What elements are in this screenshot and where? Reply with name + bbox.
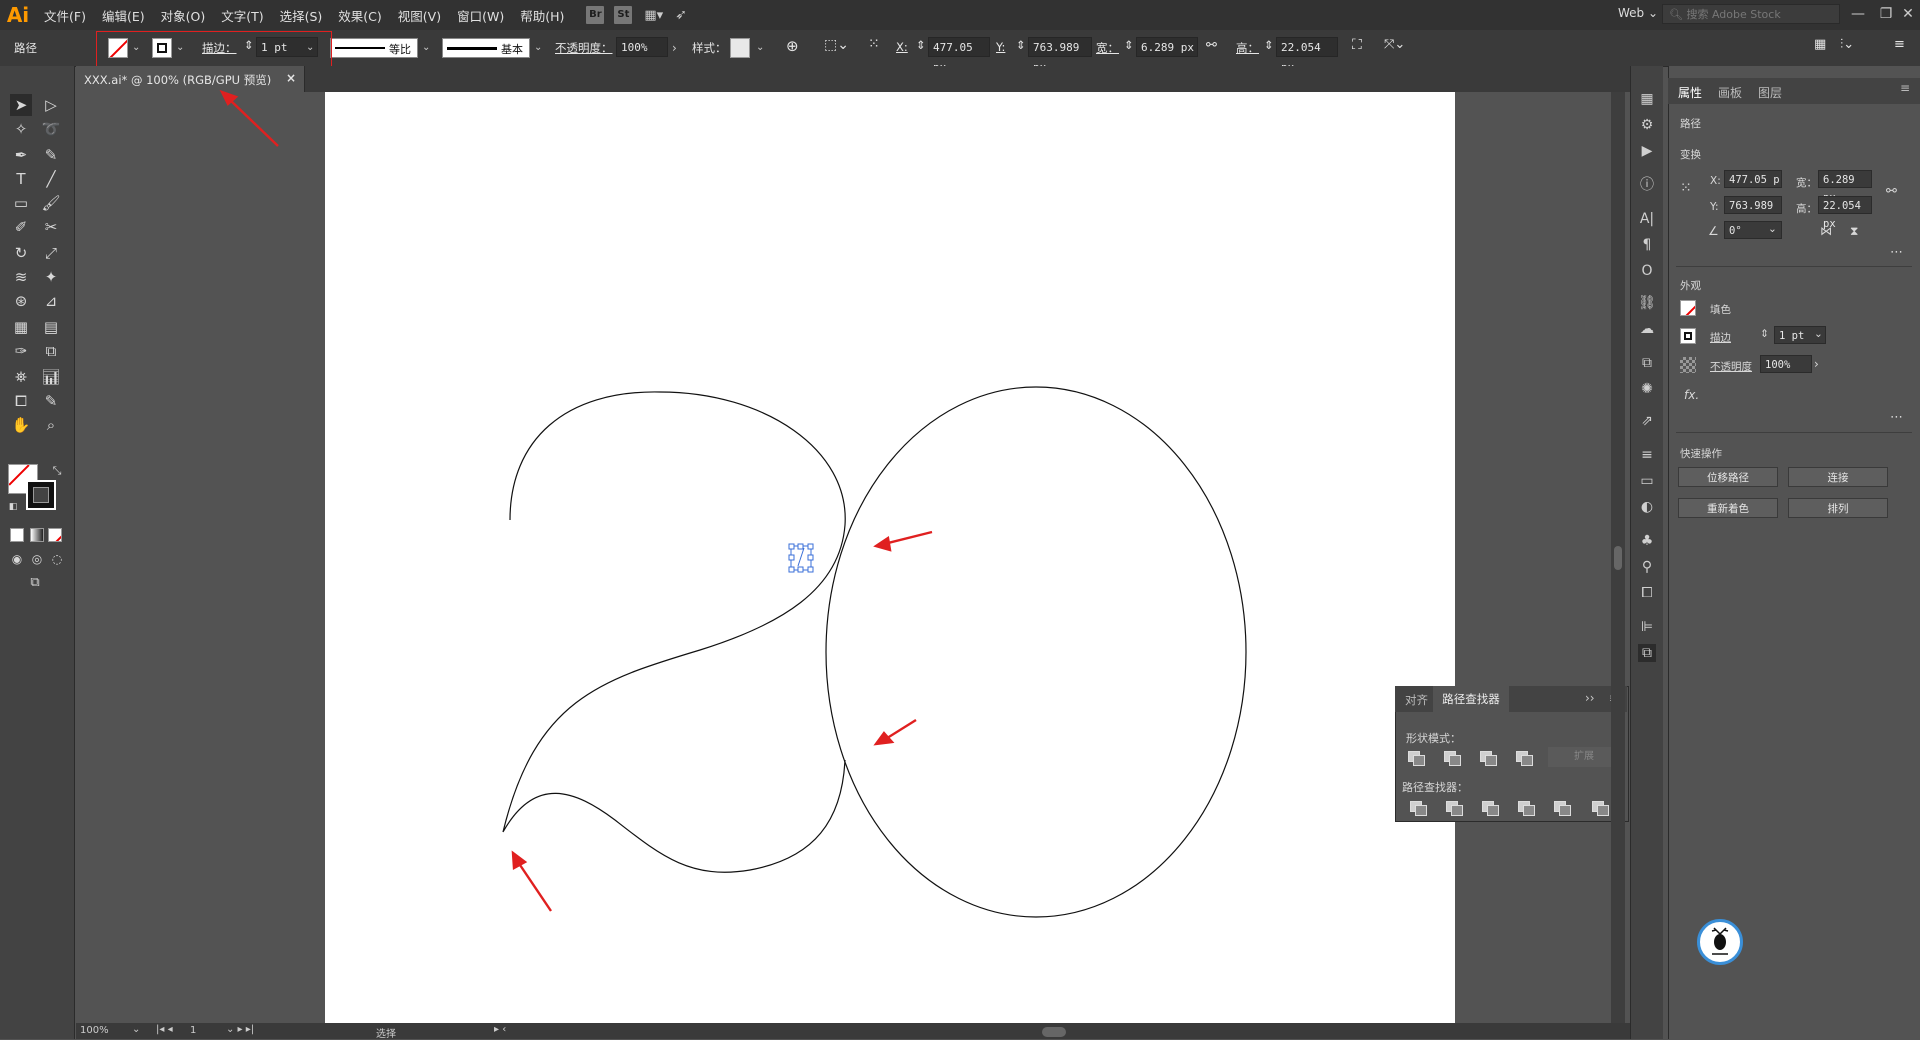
gear-icon[interactable]: ⚙ (1638, 116, 1656, 134)
status-bar: 100% ⌄ |◂ ◂ 1 ⌄ ▸ ▸| 选择 ▸ ‹ (76, 1023, 1630, 1040)
constrain-proportions-icon[interactable]: ⚯ (1886, 184, 1897, 199)
stepper-icon[interactable]: ⇕ (1760, 328, 1769, 340)
horizontal-scrollbar[interactable] (1042, 1027, 1066, 1037)
effects-label[interactable]: fx. (1684, 388, 1699, 402)
shape-modes-label: 形状模式： (1406, 732, 1461, 745)
flip-horizontal-icon[interactable]: ⋈ (1820, 224, 1832, 238)
tab-layers[interactable]: 图层 (1758, 84, 1782, 101)
width-label: 宽： (1796, 177, 1817, 189)
chevron-right-icon[interactable]: › (1814, 357, 1819, 371)
properties-tabs: 属性 画板 图层 ≡ (1668, 78, 1920, 104)
fill-label: 填色 (1710, 304, 1731, 316)
symbols-icon[interactable]: ♣ (1638, 532, 1656, 550)
y-field[interactable]: 763.989 (1724, 196, 1782, 214)
deer-logo-icon (1711, 927, 1729, 955)
status-tool: 选择 (376, 1029, 396, 1040)
play-icon[interactable]: ▶ (1638, 142, 1656, 160)
crop-icon[interactable] (1518, 801, 1535, 816)
offset-path-button[interactable]: 位移路径 (1678, 467, 1778, 487)
stroke-label[interactable]: 描边 (1710, 330, 1731, 345)
minus-back-icon[interactable] (1592, 801, 1609, 816)
asset-export-icon[interactable]: ⧉ (1638, 354, 1656, 372)
chevron-down-icon[interactable]: ⌄ (132, 1024, 140, 1035)
opentype-icon[interactable]: O (1638, 262, 1656, 280)
pathfinder-panel-icon[interactable]: ⧉ (1638, 644, 1656, 662)
puppet-icon[interactable]: ⚲ (1638, 558, 1656, 576)
zoom-level[interactable]: 100% (80, 1025, 109, 1036)
y-label: Y: (1710, 201, 1719, 213)
stroke-panel-icon[interactable]: ≡ (1638, 446, 1656, 464)
tab-align[interactable]: 对齐 (1405, 692, 1428, 708)
flip-vertical-icon[interactable]: ⧗ (1850, 224, 1858, 239)
divide-icon[interactable] (1410, 801, 1427, 816)
annotation-arrows (219, 89, 933, 912)
selection-bounding-box (788, 543, 814, 573)
artboards-panel-icon[interactable]: ⧠ (1638, 584, 1656, 602)
opacity-icon (1680, 357, 1696, 373)
tab-artboards[interactable]: 画板 (1718, 84, 1742, 101)
path-number-two (502, 391, 846, 873)
artboard-number[interactable]: 1 (190, 1025, 196, 1036)
vertical-scrollbar-track[interactable] (1611, 92, 1625, 1023)
quick-actions-title: 快速操作 (1680, 448, 1722, 460)
object-type: 路径 (1680, 118, 1701, 130)
x-field[interactable]: 477.05 p (1724, 170, 1782, 188)
angle-icon: ∠ (1708, 224, 1719, 238)
transform-section-title: 变换 (1680, 149, 1701, 161)
minus-front-icon[interactable] (1444, 751, 1461, 766)
opacity-field[interactable]: 100% (1760, 355, 1812, 373)
next-artboard-icon[interactable]: ⌄ ▸ ▸| (226, 1024, 254, 1035)
vertical-scrollbar[interactable] (1614, 546, 1622, 570)
first-artboard-icon[interactable]: |◂ ◂ (156, 1024, 173, 1035)
fill-swatch[interactable] (1680, 300, 1696, 316)
status-menu-icon[interactable]: ▸ ‹ (494, 1024, 506, 1035)
gradient-panel-icon[interactable]: ▭ (1638, 472, 1656, 490)
arrange-button[interactable]: 排列 (1788, 498, 1888, 518)
pathfinders-label: 路径查找器： (1402, 781, 1468, 794)
merge-icon[interactable] (1482, 801, 1499, 816)
expand-button[interactable]: 扩展 (1548, 747, 1620, 767)
reference-point-icon[interactable]: ⁙ (1680, 180, 1692, 196)
unite-icon[interactable] (1408, 751, 1425, 766)
collapse-icon[interactable]: ›› (1585, 691, 1595, 705)
links-icon[interactable]: ⛓ (1638, 294, 1656, 312)
appearance-section-title: 外观 (1680, 280, 1701, 292)
export-icon[interactable]: ⇗ (1638, 412, 1656, 430)
join-button[interactable]: 连接 (1788, 467, 1888, 487)
recolor-button[interactable]: 重新着色 (1678, 498, 1778, 518)
outline-icon[interactable] (1554, 801, 1571, 816)
paragraph-icon[interactable]: ¶ (1638, 236, 1656, 254)
stroke-swatch[interactable] (1680, 328, 1696, 344)
exclude-icon[interactable] (1516, 751, 1533, 766)
more-options-icon[interactable]: ⋯ (1890, 410, 1903, 425)
divider (1676, 432, 1912, 433)
tab-pathfinder[interactable]: 路径查找器 (1433, 686, 1509, 712)
height-field[interactable]: 22.054 px (1818, 196, 1872, 230)
width-field[interactable]: 6.289 px (1818, 170, 1872, 204)
tab-properties[interactable]: 属性 (1678, 84, 1702, 101)
height-label: 高： (1796, 203, 1817, 215)
panel-dock: ▦ ⚙ ▶ ⓘ A| ¶ O ⛓ ☁ ⧉ ✺ ⇗ ≡ ▭ ◐ ♣ ⚲ ⧠ ⊫ ⧉ (1630, 66, 1663, 1039)
chevron-down-icon[interactable]: ⌄ (1768, 223, 1777, 235)
cc-libraries-icon[interactable]: ☁ (1638, 320, 1656, 338)
brightness-icon[interactable]: ✺ (1638, 380, 1656, 398)
intersect-icon[interactable] (1480, 751, 1497, 766)
properties-panel (1668, 66, 1920, 1039)
pathfinder-header: 对齐 路径查找器 ›› ≡ (1395, 686, 1627, 712)
divider (1676, 266, 1912, 267)
trim-icon[interactable] (1446, 801, 1463, 816)
more-options-icon[interactable]: ⋯ (1890, 245, 1903, 260)
libraries-icon[interactable]: ▦ (1638, 90, 1656, 108)
info-icon[interactable]: ⓘ (1638, 176, 1656, 194)
character-icon[interactable]: A| (1638, 210, 1656, 228)
x-label: X: (1710, 175, 1721, 187)
opacity-label[interactable]: 不透明度 (1710, 359, 1752, 374)
transparency-icon[interactable]: ◐ (1638, 498, 1656, 516)
align-panel-icon[interactable]: ⊫ (1638, 618, 1656, 636)
path-number-zero (825, 386, 1247, 918)
panel-menu-icon[interactable]: ≡ (1900, 81, 1910, 95)
chevron-down-icon[interactable]: ⌄ (1814, 328, 1823, 340)
watermark-avatar (1697, 919, 1743, 965)
